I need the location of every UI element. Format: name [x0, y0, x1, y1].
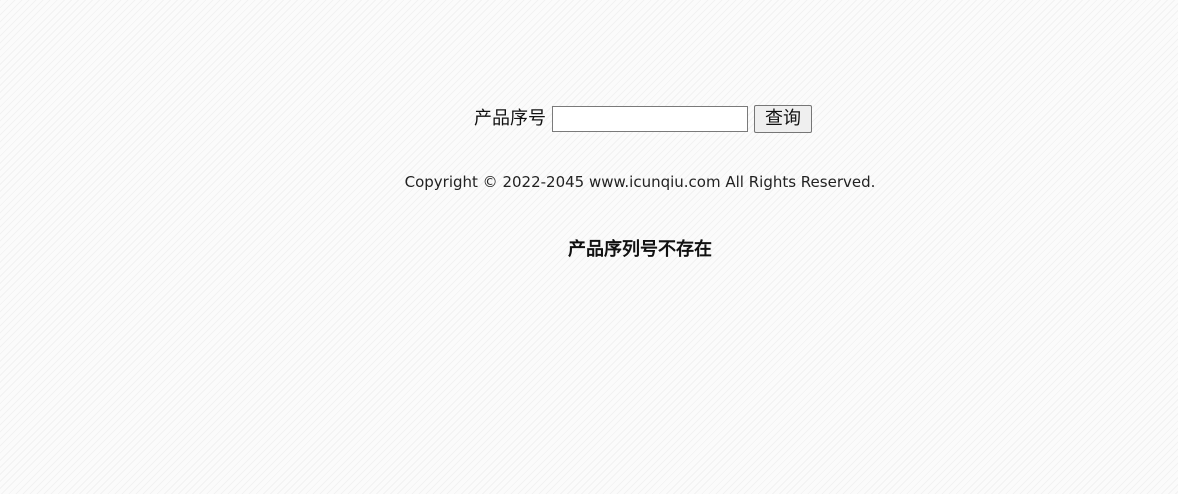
search-button[interactable]: 查询	[754, 105, 812, 133]
product-search-form: 产品序号 查询	[474, 104, 812, 134]
result-message: 产品序列号不存在	[568, 239, 712, 260]
copyright-text: Copyright © 2022-2045 www.icunqiu.com Al…	[404, 173, 876, 191]
product-serial-input[interactable]	[552, 106, 748, 132]
product-serial-label: 产品序号	[474, 108, 546, 129]
